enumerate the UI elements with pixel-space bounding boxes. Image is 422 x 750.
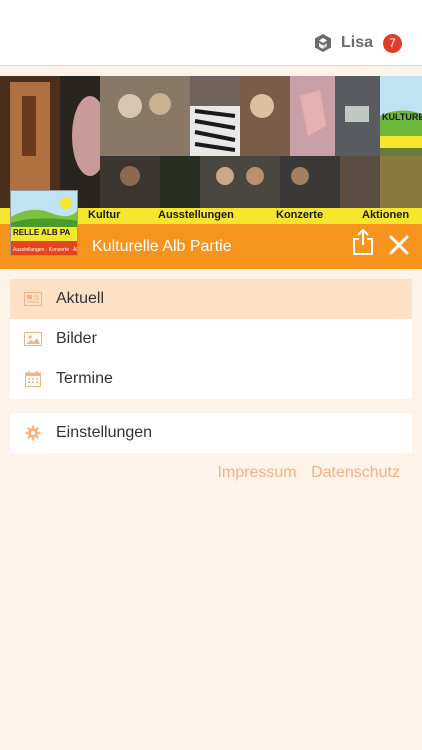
share-icon[interactable]: [352, 228, 374, 256]
top-bar: Lisa 7: [0, 0, 422, 66]
menu-item-aktuell[interactable]: Aktuell: [10, 279, 412, 319]
menu-label-termine: Termine: [56, 370, 113, 387]
menu-item-bilder[interactable]: Bilder: [10, 319, 412, 359]
gear-icon: [10, 425, 56, 441]
logo-text: RELLE ALB PA: [13, 228, 71, 237]
svg-text:Ausstellungen · Konzerte · Akt: Ausstellungen · Konzerte · Akt: [13, 247, 78, 253]
secondary-menu: Einstellungen: [10, 413, 412, 453]
menu-label-bilder: Bilder: [56, 330, 97, 347]
menu-label-aktuell: Aktuell: [56, 290, 105, 307]
user-cube-icon: [314, 34, 331, 52]
datenschutz-link[interactable]: Datenschutz: [311, 464, 400, 481]
calendar-icon: [10, 371, 56, 387]
strip-label-ausstellungen: Ausstellungen: [158, 209, 234, 221]
impressum-link[interactable]: Impressum: [217, 464, 296, 481]
image-icon: [10, 332, 56, 346]
strip-label-aktionen: Aktionen: [362, 209, 410, 221]
strip-label-konzerte: Konzerte: [276, 209, 324, 221]
menu-item-termine[interactable]: Termine: [10, 359, 412, 399]
menu-label-einstellungen: Einstellungen: [56, 424, 153, 441]
banner-corner-text: KULTURE: [382, 112, 422, 122]
strip-label-kultur: Kultur: [88, 209, 121, 221]
user-name: Lisa: [340, 34, 373, 51]
close-icon[interactable]: [388, 234, 410, 256]
app-logo: Ausstellungen · Konzerte · Akt RELLE ALB…: [10, 190, 78, 256]
primary-menu: Aktuell Bilder Termine: [10, 279, 412, 399]
newspaper-icon: [10, 292, 56, 306]
logo-landscape-icon: Ausstellungen · Konzerte · Akt: [11, 191, 78, 255]
app-title: Kulturelle Alb Partie: [92, 238, 232, 255]
menu-item-einstellungen[interactable]: Einstellungen: [10, 413, 412, 453]
footer-links: Impressum Datenschutz: [207, 464, 400, 482]
notification-badge[interactable]: 7: [383, 33, 402, 53]
user-account[interactable]: Lisa 7: [313, 33, 402, 53]
